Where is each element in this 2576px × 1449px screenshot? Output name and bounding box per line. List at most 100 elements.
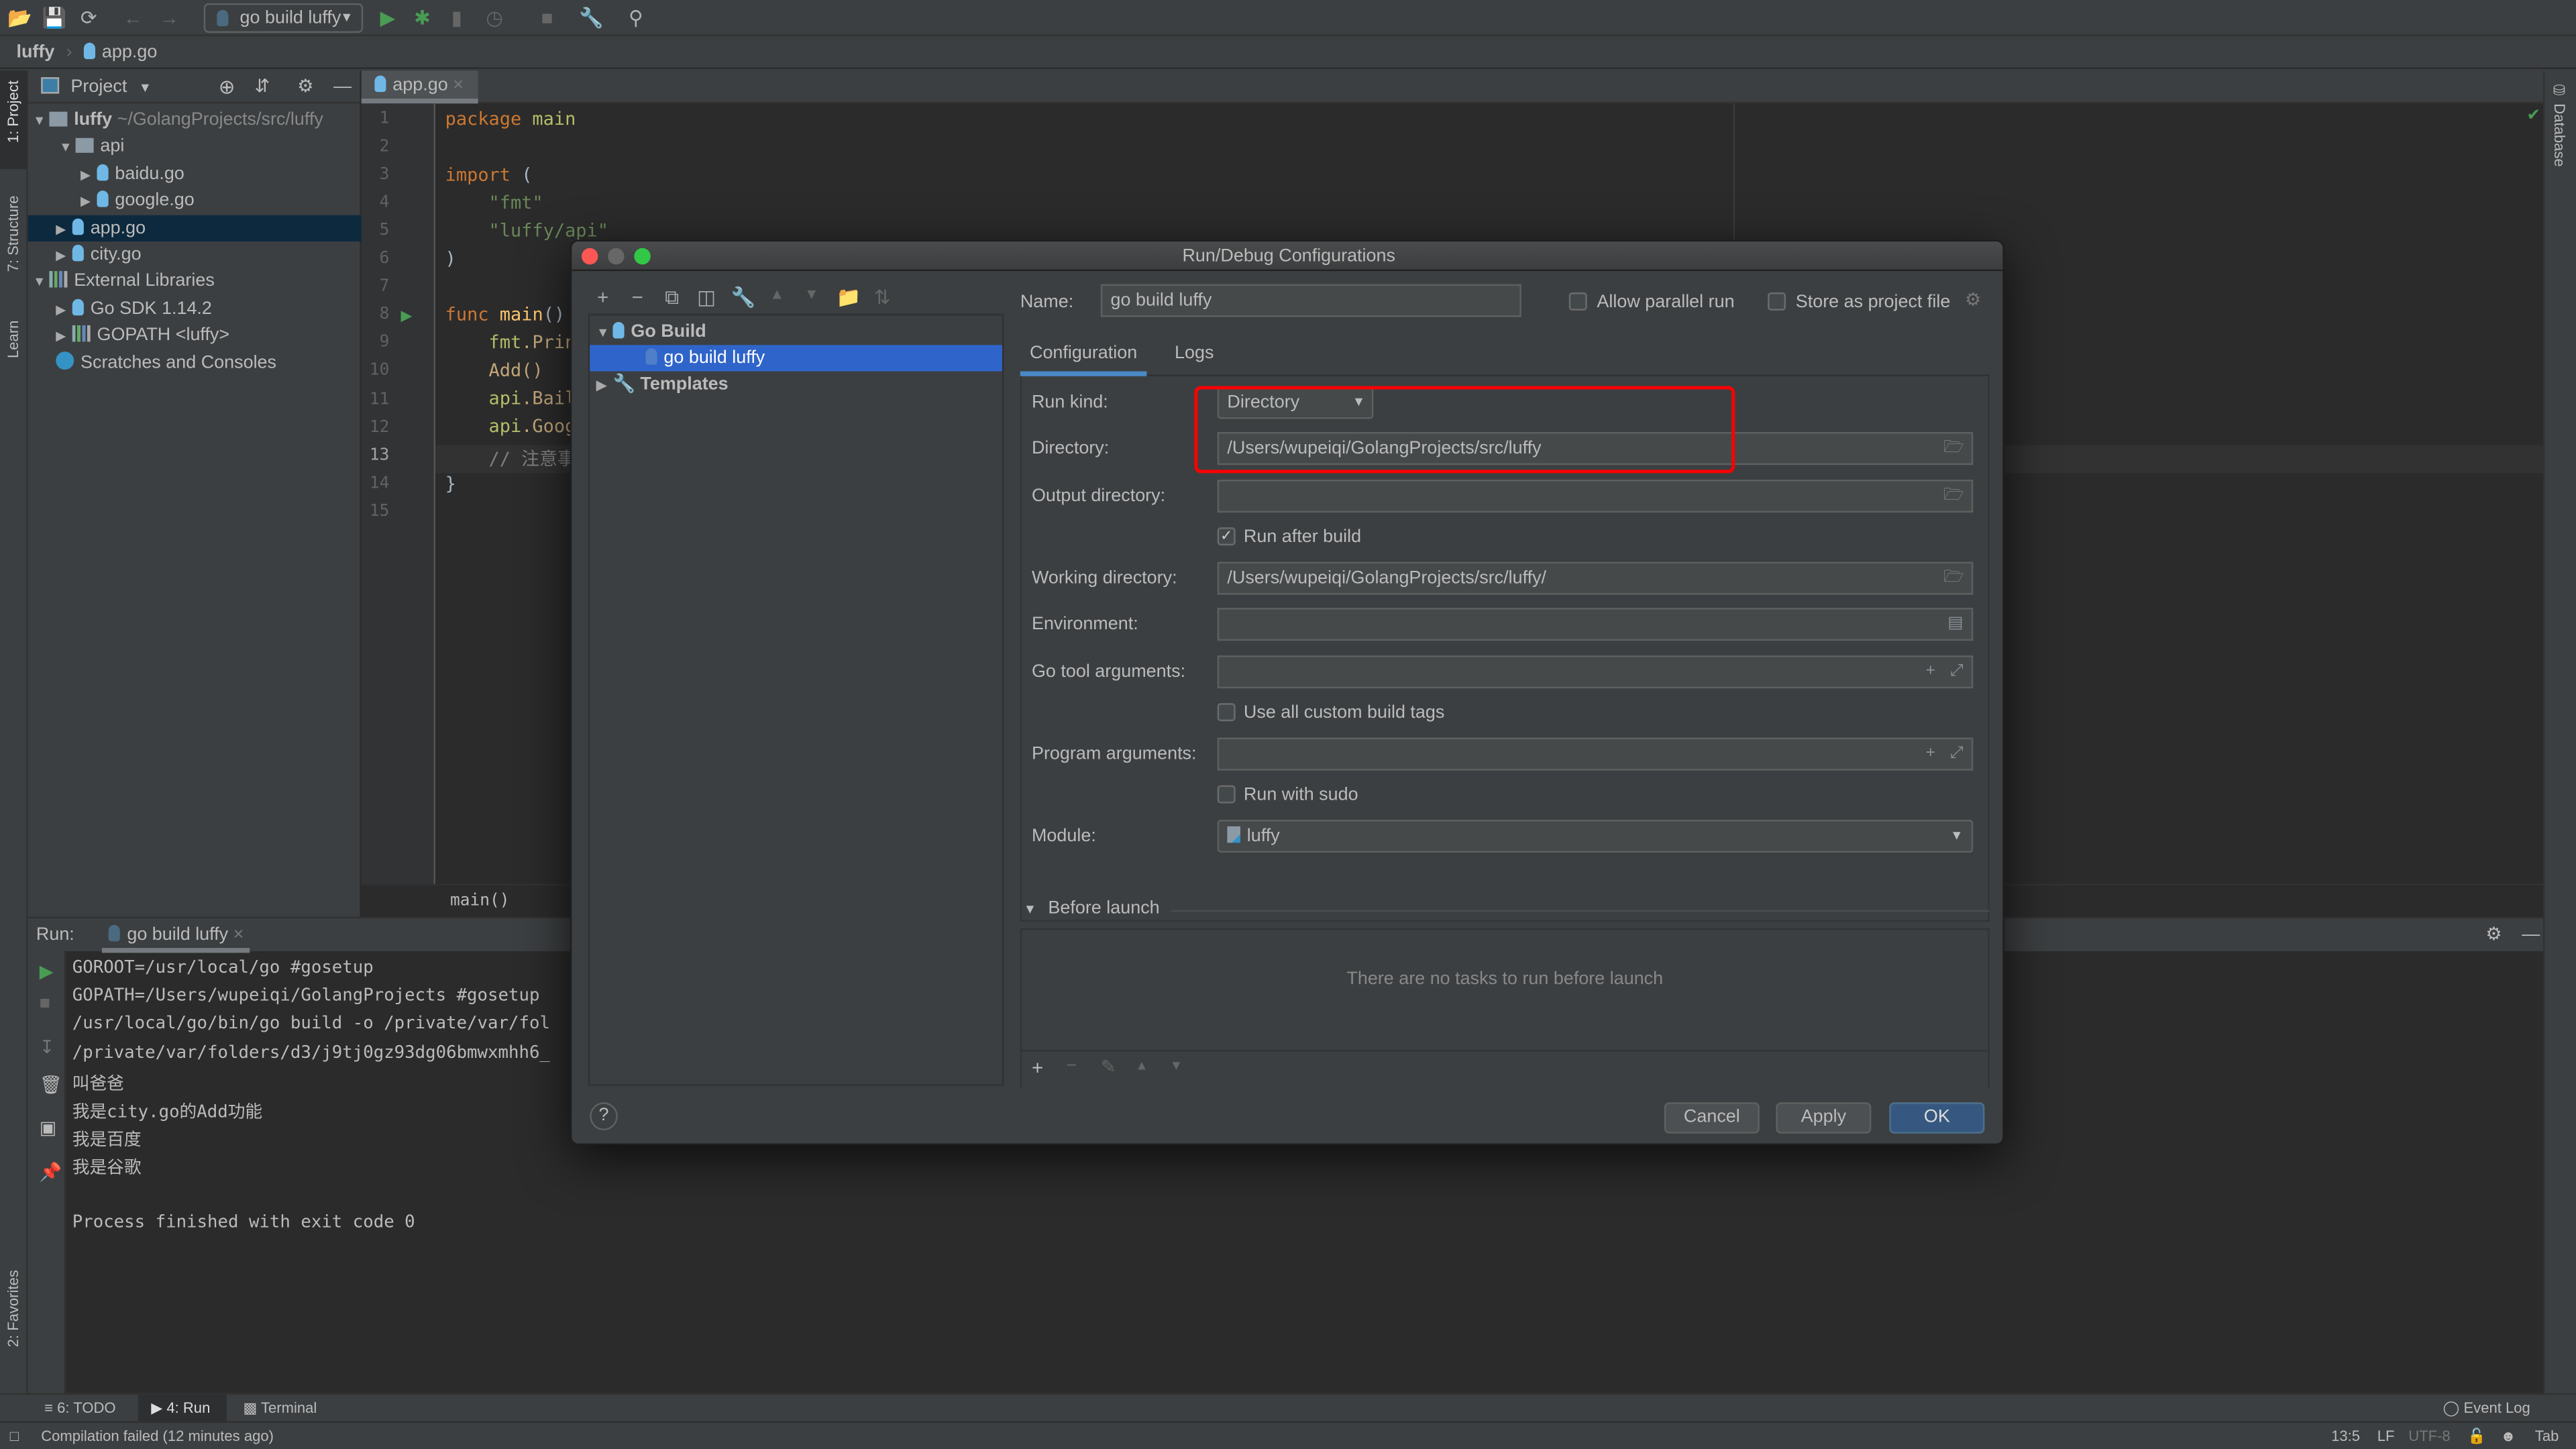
forward-icon[interactable]: → xyxy=(156,5,182,31)
store-project-file-checkbox[interactable] xyxy=(1768,292,1786,311)
tree-item-api[interactable]: ▼ api xyxy=(28,133,362,159)
todo-tab[interactable]: ≡ 6: TODO xyxy=(44,1395,115,1421)
trash-icon[interactable]: 🗑 xyxy=(40,1075,62,1095)
edit-task-icon[interactable]: ✎ xyxy=(1101,1057,1116,1077)
status-message[interactable]: Compilation failed (12 minutes ago) xyxy=(41,1423,274,1449)
gear-icon[interactable]: ⚙ xyxy=(1965,289,1981,310)
terminal-tab[interactable]: ▩ Terminal xyxy=(243,1395,317,1421)
tab-logs[interactable]: Logs xyxy=(1175,337,1214,370)
folder-browse-icon[interactable]: 🗁 xyxy=(1943,486,1964,504)
move-up-icon[interactable]: ▲ xyxy=(765,286,788,302)
go-tool-arguments-input[interactable]: + ⤢ xyxy=(1217,655,1974,689)
apply-button[interactable]: Apply xyxy=(1776,1102,1872,1134)
run-configuration-select[interactable]: go build luffy ▼ xyxy=(203,3,364,33)
caret-position[interactable]: 13:5 xyxy=(2331,1423,2360,1449)
tree-item-go-build-luffy[interactable]: go build luffy xyxy=(590,345,1002,372)
open-folder-icon[interactable]: 📂 xyxy=(7,5,33,31)
rerun-icon[interactable]: ▶ xyxy=(40,961,54,982)
add-icon[interactable]: + xyxy=(592,286,614,309)
tree-item-go-sdk[interactable]: ▶ Go SDK 1.14.2 xyxy=(28,296,362,322)
output-directory-input[interactable]: 🗁 xyxy=(1217,480,1974,513)
remove-task-icon[interactable]: − xyxy=(1066,1057,1077,1076)
close-icon[interactable]: × xyxy=(233,925,244,945)
expand-icon[interactable]: ⤢ xyxy=(1943,662,1964,680)
sort-icon[interactable]: ⇅ xyxy=(871,286,894,309)
tab-configuration[interactable]: Configuration xyxy=(1020,337,1147,376)
tree-item-scratches[interactable]: Scratches and Consoles xyxy=(28,350,362,376)
run-gutter-icon[interactable]: ▶ xyxy=(401,307,413,325)
tool-window-learn[interactable]: Learn xyxy=(5,321,21,358)
back-icon[interactable]: ← xyxy=(120,5,146,31)
module-select[interactable]: luffy ▼ xyxy=(1217,820,1974,853)
cancel-button[interactable]: Cancel xyxy=(1664,1102,1760,1134)
stop-icon[interactable]: ■ xyxy=(534,5,560,31)
debug-icon[interactable]: ✱ xyxy=(409,5,435,31)
wrench-icon[interactable]: 🔧 xyxy=(731,286,756,309)
inspector-icon[interactable]: ☻ xyxy=(2500,1423,2516,1449)
folder-browse-icon[interactable]: 🗁 xyxy=(1943,439,1964,457)
program-arguments-input[interactable]: + ⤢ xyxy=(1217,737,1974,771)
maximize-window-button[interactable] xyxy=(634,248,651,265)
sync-icon[interactable]: ⟳ xyxy=(76,5,102,31)
tool-window-project[interactable]: 1: Project xyxy=(5,80,21,143)
tool-window-structure[interactable]: 7: Structure xyxy=(5,195,21,272)
add-macro-icon[interactable]: + xyxy=(1916,662,1935,680)
edit-environment-icon[interactable]: ▤ xyxy=(1943,614,1963,633)
name-input[interactable]: go build luffy xyxy=(1100,284,1521,317)
copy-icon[interactable]: ⧉ xyxy=(660,286,683,311)
breadcrumb-function[interactable]: main() xyxy=(450,892,509,910)
run-tab[interactable]: go build luffy × xyxy=(102,922,251,953)
tree-item-external-libraries[interactable]: ▼ External Libraries xyxy=(28,268,362,294)
expand-icon[interactable]: ⤢ xyxy=(1943,744,1964,762)
wrench-icon[interactable]: 🔧 xyxy=(578,5,604,31)
tree-item-google-go[interactable]: ▶ google.go xyxy=(28,187,362,213)
pin-icon[interactable]: 📌 xyxy=(40,1161,62,1183)
file-encoding[interactable]: UTF-8 xyxy=(2408,1423,2450,1449)
search-icon[interactable]: ⚲ xyxy=(623,5,649,31)
before-launch-header[interactable]: ▼ Before launch xyxy=(1024,899,1990,925)
editor-tab-app-go[interactable]: app.go × xyxy=(361,70,478,104)
move-down-icon[interactable]: ▼ xyxy=(800,286,823,302)
gear-icon[interactable]: ⚙ xyxy=(2485,918,2502,951)
environment-input[interactable]: ▤ xyxy=(1217,608,1974,641)
tree-group-go-build[interactable]: ▼ Go Build xyxy=(590,319,1002,345)
profile-icon[interactable]: ◷ xyxy=(482,5,508,31)
tree-item-templates[interactable]: ▶ 🔧 Templates xyxy=(590,371,1002,397)
save-icon[interactable]: ◫ xyxy=(695,286,718,309)
tree-item-baidu-go[interactable]: ▶ baidu.go xyxy=(28,161,362,187)
tool-window-database[interactable]: Database xyxy=(2551,103,2567,166)
tool-window-favorites[interactable]: 2: Favorites xyxy=(5,1270,21,1347)
status-toggle-icon[interactable]: □ xyxy=(10,1423,19,1449)
close-window-button[interactable] xyxy=(581,248,598,265)
indent-setting[interactable]: Tab xyxy=(2535,1423,2559,1449)
gear-icon[interactable]: ⚙ xyxy=(297,70,313,103)
folder-browse-icon[interactable]: 🗁 xyxy=(1943,568,1964,586)
run-icon[interactable]: ▶ xyxy=(374,5,400,31)
tree-item-luffy[interactable]: ▼ luffy ~/GolangProjects/src/luffy xyxy=(28,107,362,133)
run-tool-tab[interactable]: ▶ 4: Run xyxy=(138,1395,227,1421)
save-icon[interactable]: 💾 xyxy=(41,5,67,31)
stop-icon[interactable]: ■ xyxy=(40,994,50,1014)
minimize-window-button[interactable] xyxy=(608,248,625,265)
locate-icon[interactable]: ⊕ xyxy=(219,70,235,103)
hide-icon[interactable]: — xyxy=(333,70,352,103)
close-icon[interactable]: × xyxy=(453,76,464,95)
working-directory-input[interactable]: /Users/wupeiqi/GolangProjects/src/luffy/… xyxy=(1217,561,1974,595)
add-task-icon[interactable]: + xyxy=(1032,1057,1043,1079)
run-with-sudo-checkbox[interactable] xyxy=(1217,785,1236,804)
tree-item-app-go[interactable]: ▶ app.go xyxy=(28,215,362,242)
tree-item-gopath[interactable]: ▶ GOPATH <luffy> xyxy=(28,322,362,348)
move-down-icon[interactable]: ▼ xyxy=(1170,1058,1183,1073)
run-after-build-checkbox[interactable]: ✓ xyxy=(1217,527,1236,546)
event-log-button[interactable]: ◯ Event Log xyxy=(2443,1395,2530,1421)
remove-icon[interactable]: − xyxy=(626,286,649,309)
breadcrumb-file[interactable]: app.go xyxy=(102,43,157,62)
hide-icon[interactable]: — xyxy=(2522,918,2540,951)
ok-button[interactable]: OK xyxy=(1889,1102,1985,1134)
project-view-select[interactable]: Project xyxy=(70,77,127,97)
custom-build-tags-checkbox[interactable] xyxy=(1217,703,1236,722)
new-folder-icon[interactable]: 📁 xyxy=(837,286,861,309)
help-button[interactable]: ? xyxy=(590,1102,618,1130)
move-up-icon[interactable]: ▲ xyxy=(1135,1058,1148,1073)
coverage-icon[interactable]: ▮ xyxy=(443,5,470,31)
